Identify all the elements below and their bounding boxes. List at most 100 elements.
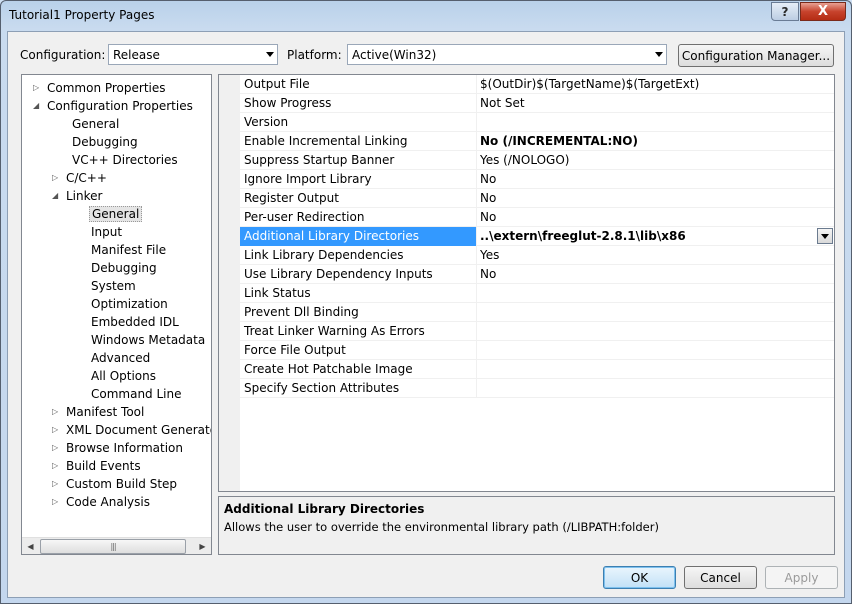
tree-item-label: Debugging: [91, 261, 157, 275]
scrollbar-thumb[interactable]: |||: [40, 539, 186, 554]
title-bar[interactable]: Tutorial1 Property Pages ? X: [1, 1, 851, 31]
property-row[interactable]: Specify Section Attributes: [240, 379, 834, 398]
property-name: Additional Library Directories: [240, 227, 477, 246]
property-row[interactable]: Per-user Redirection No: [240, 208, 834, 227]
expand-arrow-icon[interactable]: ▷: [52, 497, 62, 507]
property-name: Link Status: [240, 284, 477, 303]
tree-item-label: Manifest File: [91, 243, 167, 257]
property-value-text: ..\extern\freeglut-2.8.1\lib\x86: [480, 229, 686, 243]
expand-arrow-icon[interactable]: ▷: [52, 425, 62, 435]
property-name: Ignore Import Library: [240, 170, 477, 189]
expand-arrow-icon[interactable]: ▷: [52, 173, 62, 183]
cancel-button[interactable]: Cancel: [684, 566, 757, 589]
collapse-arrow-icon[interactable]: ◢: [33, 101, 43, 111]
property-row[interactable]: Register Output No: [240, 189, 834, 208]
property-name: Output File: [240, 75, 477, 94]
chevron-down-icon: [266, 52, 274, 57]
expand-arrow-icon[interactable]: ▷: [52, 407, 62, 417]
property-row[interactable]: Output File $(OutDir)$(TargetName)$(Targe…: [240, 75, 834, 94]
property-row[interactable]: Prevent Dll Binding: [240, 303, 834, 322]
property-name: Per-user Redirection: [240, 208, 477, 227]
property-name: Force File Output: [240, 341, 477, 360]
property-row[interactable]: Version: [240, 113, 834, 132]
tree-item-label: Debugging: [72, 135, 138, 149]
property-value[interactable]: Yes (/NOLOGO): [477, 151, 834, 170]
property-value[interactable]: No (/INCREMENTAL:NO): [477, 132, 834, 151]
property-value[interactable]: ..\extern\freeglut-2.8.1\lib\x86: [477, 227, 834, 246]
property-row[interactable]: Treat Linker Warning As Errors: [240, 322, 834, 341]
property-value[interactable]: [477, 284, 834, 303]
property-value-text: Yes (/NOLOGO): [480, 153, 570, 167]
property-name: Treat Linker Warning As Errors: [240, 322, 477, 341]
property-row[interactable]: Additional Library Directories ..\extern\…: [240, 227, 834, 246]
property-row[interactable]: Suppress Startup Banner Yes (/NOLOGO): [240, 151, 834, 170]
property-tree[interactable]: ▷ Common Properties ◢ Configuration Propert…: [21, 74, 212, 555]
property-value[interactable]: [477, 113, 834, 132]
property-value[interactable]: No: [477, 208, 834, 227]
property-row[interactable]: Show Progress Not Set: [240, 94, 834, 113]
tree-horizontal-scrollbar[interactable]: ◀ ||| ▶: [22, 537, 211, 554]
configuration-combo[interactable]: Release: [108, 44, 278, 65]
property-name: Suppress Startup Banner: [240, 151, 477, 170]
property-name: Link Library Dependencies: [240, 246, 477, 265]
help-button[interactable]: ?: [771, 2, 799, 21]
platform-label: Platform:: [287, 48, 342, 62]
property-value[interactable]: [477, 341, 834, 360]
property-value[interactable]: [477, 303, 834, 322]
property-name: Use Library Dependency Inputs: [240, 265, 477, 284]
property-grid[interactable]: Output File $(OutDir)$(TargetName)$(Targe…: [218, 74, 835, 492]
collapse-arrow-icon[interactable]: ◢: [52, 191, 62, 201]
expand-arrow-icon[interactable]: ▷: [52, 443, 62, 453]
property-value[interactable]: [477, 379, 834, 398]
tree-item-label: Build Events: [66, 459, 141, 473]
scroll-right-icon[interactable]: ▶: [194, 538, 211, 555]
property-row[interactable]: Force File Output: [240, 341, 834, 360]
property-pages-window: Tutorial1 Property Pages ? X Configurati…: [0, 0, 852, 604]
tree-item-label: Code Analysis: [66, 495, 150, 509]
grid-gutter: [219, 75, 240, 491]
property-name: Prevent Dll Binding: [240, 303, 477, 322]
property-value[interactable]: No: [477, 265, 834, 284]
property-name: Specify Section Attributes: [240, 379, 477, 398]
tree-item-label: Embedded IDL: [91, 315, 179, 329]
tree-item-label: All Options: [91, 369, 156, 383]
configuration-combo-value: Release: [113, 48, 160, 62]
expand-arrow-icon[interactable]: ▷: [52, 461, 62, 471]
property-value-text: No: [480, 191, 497, 205]
property-row[interactable]: Link Status: [240, 284, 834, 303]
property-value[interactable]: No: [477, 170, 834, 189]
tree-item-label: C/C++: [66, 171, 107, 185]
property-value[interactable]: [477, 360, 834, 379]
property-row[interactable]: Link Library Dependencies Yes: [240, 246, 834, 265]
tree-item-label: Configuration Properties: [47, 99, 193, 113]
property-value-text: No: [480, 267, 497, 281]
property-value[interactable]: $(OutDir)$(TargetName)$(TargetExt): [477, 75, 834, 94]
tree-item-label: Optimization: [91, 297, 168, 311]
close-icon: X: [817, 4, 829, 19]
property-value[interactable]: No: [477, 189, 834, 208]
property-value-text: Not Set: [480, 96, 525, 110]
property-value-text: $(OutDir)$(TargetName)$(TargetExt): [480, 77, 700, 91]
property-row[interactable]: Ignore Import Library No: [240, 170, 834, 189]
property-row[interactable]: Enable Incremental Linking No (/INCREMENT…: [240, 132, 834, 151]
close-button[interactable]: X: [800, 2, 846, 21]
property-name: Version: [240, 113, 477, 132]
ok-button[interactable]: OK: [603, 566, 676, 589]
platform-combo[interactable]: Active(Win32): [347, 44, 667, 65]
property-row[interactable]: Use Library Dependency Inputs No: [240, 265, 834, 284]
dialog-client-area: Configuration: Release Platform: Active(…: [7, 31, 845, 598]
window-title: Tutorial1 Property Pages: [9, 8, 155, 22]
description-title: Additional Library Directories: [224, 502, 425, 516]
tree-item-label: Common Properties: [47, 81, 166, 95]
value-dropdown-button[interactable]: [817, 228, 833, 244]
expand-arrow-icon[interactable]: ▷: [52, 479, 62, 489]
property-row[interactable]: Create Hot Patchable Image: [240, 360, 834, 379]
property-value[interactable]: Not Set: [477, 94, 834, 113]
scroll-left-icon[interactable]: ◀: [22, 538, 39, 555]
expand-arrow-icon[interactable]: ▷: [33, 83, 43, 93]
configuration-manager-button[interactable]: Configuration Manager...: [678, 44, 834, 67]
property-value[interactable]: Yes: [477, 246, 834, 265]
property-value-text: No (/INCREMENTAL:NO): [480, 134, 638, 148]
tree-item-label: General: [89, 206, 143, 222]
property-value[interactable]: [477, 322, 834, 341]
